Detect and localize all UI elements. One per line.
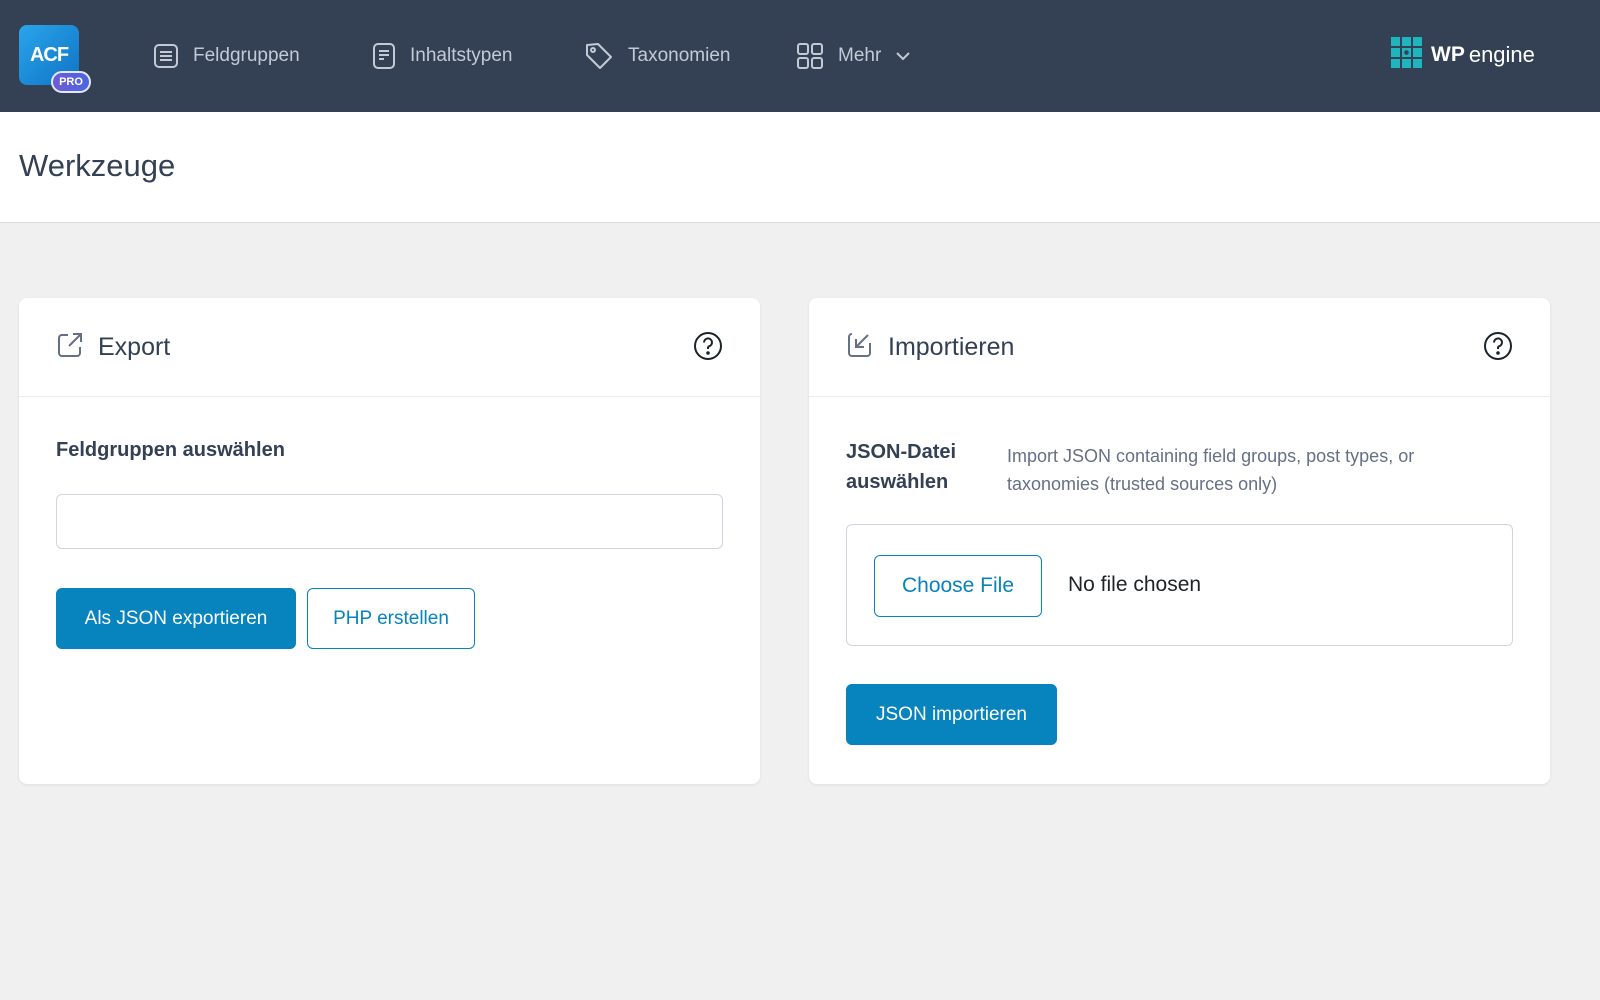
grid-icon: [796, 42, 824, 70]
nav-item-post-types[interactable]: Inhaltstypen: [372, 36, 512, 76]
import-arrow-icon: [846, 331, 874, 364]
nav-item-label: Feldgruppen: [193, 45, 300, 66]
wp-engine-logo[interactable]: WP engine: [1391, 36, 1535, 74]
nav-item-label: Inhaltstypen: [410, 45, 513, 66]
chevron-down-icon: [895, 51, 911, 61]
help-icon[interactable]: [1483, 331, 1513, 366]
tag-icon: [584, 41, 614, 71]
wp-engine-wp-text: WP: [1431, 43, 1465, 66]
file-status-text: No file chosen: [1068, 573, 1202, 596]
help-icon[interactable]: [693, 331, 723, 366]
export-json-button[interactable]: Als JSON exportieren: [56, 588, 296, 649]
import-description: Import JSON containing field groups, pos…: [1007, 446, 1415, 494]
choose-file-button[interactable]: Choose File: [874, 555, 1042, 617]
wp-engine-engine-text: engine: [1468, 42, 1535, 67]
select-json-file-label: JSON-Datei auswählen: [846, 441, 957, 493]
pro-badge: PRO: [51, 71, 91, 93]
export-card-header: Export: [19, 298, 760, 397]
post-types-icon: [372, 42, 396, 70]
top-navigation: ACF PRO Feldgruppen Inhaltstypen Taxonom…: [0, 0, 1600, 112]
file-input-box: Choose File No file chosen: [846, 524, 1513, 646]
import-json-button[interactable]: JSON importieren: [846, 684, 1057, 745]
import-card: Importieren JSON-Datei auswählen Import …: [809, 298, 1550, 784]
nav-item-label: Mehr: [838, 45, 882, 66]
nav-item-taxonomies[interactable]: Taxonomien: [584, 36, 730, 76]
field-groups-icon: [153, 43, 179, 69]
external-link-icon: [56, 331, 84, 364]
nav-item-field-groups[interactable]: Feldgruppen: [153, 36, 300, 76]
export-card-title: Export: [98, 332, 171, 361]
import-card-header: Importieren: [809, 298, 1550, 397]
field-groups-select-input[interactable]: [56, 494, 723, 549]
wp-engine-grid-icon: [1391, 36, 1423, 74]
nav-item-label: Taxonomien: [628, 45, 731, 66]
acf-pro-logo[interactable]: ACF PRO: [19, 25, 91, 95]
generate-php-button[interactable]: PHP erstellen: [307, 588, 475, 649]
select-field-groups-label: Feldgruppen auswählen: [56, 439, 285, 461]
nav-item-more[interactable]: Mehr: [796, 36, 911, 76]
import-card-title: Importieren: [888, 332, 1015, 361]
export-card: Export Feldgruppen auswählen Als JSON ex…: [19, 298, 760, 784]
page-title: Werkzeuge: [19, 148, 176, 183]
page-header: Werkzeuge: [0, 112, 1600, 223]
acf-logo-text: ACF: [29, 43, 69, 66]
